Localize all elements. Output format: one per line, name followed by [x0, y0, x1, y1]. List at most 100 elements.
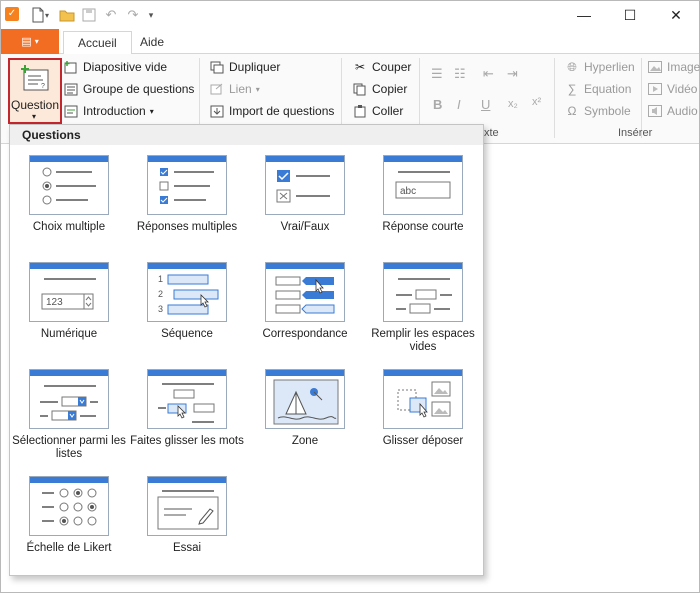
true-false-icon: [265, 155, 345, 215]
question-type-sequence[interactable]: 1 2 3 Séquence: [128, 262, 246, 366]
essay-icon: [147, 476, 227, 536]
image-label: Image: [667, 60, 700, 74]
question-slide-icon: ?: [21, 65, 49, 91]
question-type-label: Numérique: [40, 328, 98, 340]
duplicate-button[interactable]: Dupliquer: [209, 57, 280, 77]
copy-button[interactable]: Copier: [352, 79, 407, 99]
introduction-label: Introduction: [83, 104, 146, 118]
question-type-label: Vrai/Faux: [280, 221, 330, 233]
italic-icon[interactable]: I: [457, 97, 461, 112]
maximize-button[interactable]: ☐: [607, 1, 653, 29]
scissors-icon: ✂: [354, 60, 366, 74]
superscript-icon[interactable]: x²: [532, 96, 541, 108]
cut-label: Couper: [372, 60, 412, 74]
sequence-icon: 1 2 3: [147, 262, 227, 322]
multiple-choice-icon: [29, 155, 109, 215]
blank-slide-icon: [63, 60, 79, 74]
question-type-numerique[interactable]: 123 Numérique: [10, 262, 128, 366]
equation-icon: ∑: [567, 82, 577, 96]
question-type-glisser-deposer[interactable]: Glisser déposer: [364, 369, 482, 473]
customize-toolbar-icon[interactable]: ▾: [144, 6, 158, 24]
question-group-button[interactable]: Groupe de questions: [63, 79, 194, 99]
video-button[interactable]: Vidéo: [647, 79, 697, 99]
audio-label: Audio: [667, 104, 698, 118]
question-type-label: Remplir les espaces vides: [371, 328, 475, 353]
question-type-label: Correspondance: [262, 328, 348, 340]
question-type-label: Réponse courte: [382, 221, 464, 233]
short-answer-icon: abc: [383, 155, 463, 215]
underline-icon[interactable]: U: [481, 97, 490, 112]
app-window: ✓ ▾ ↶ ↷ ▾ — ☐ ✕ ▤ ▾ Accueil Aide ? Quest…: [0, 0, 700, 593]
question-type-reponses-multiples[interactable]: Réponses multiples: [128, 155, 246, 259]
hotspot-icon: [265, 369, 345, 429]
tab-aide[interactable]: Aide: [126, 31, 178, 55]
minimize-button[interactable]: —: [561, 1, 607, 29]
select-lists-icon: [29, 369, 109, 429]
bold-icon[interactable]: B: [433, 97, 442, 112]
video-icon: [647, 82, 663, 96]
hyperlink-button[interactable]: 🌐︎ Hyperlien: [564, 57, 635, 77]
question-type-choix-multiple[interactable]: Choix multiple: [10, 155, 128, 259]
question-type-label: Réponses multiples: [136, 221, 238, 233]
cut-button[interactable]: ✂ Couper: [352, 57, 411, 77]
chevron-down-icon: ▾: [34, 37, 39, 46]
likert-icon: [29, 476, 109, 536]
question-type-label: Séquence: [161, 328, 213, 340]
question-label: Question: [10, 98, 60, 112]
globe-icon: 🌐︎: [567, 59, 577, 74]
question-type-label: Sélectionner parmi les listes: [12, 435, 126, 460]
question-type-vrai-faux[interactable]: Vrai/Faux: [246, 155, 364, 259]
paste-button[interactable]: Coller: [352, 101, 403, 121]
chevron-down-icon: ▾: [149, 106, 154, 116]
link-label: Lien: [229, 82, 252, 96]
question-type-likert[interactable]: Échelle de Likert: [10, 476, 128, 580]
duplicate-icon: [209, 60, 225, 74]
undo-icon[interactable]: ↶: [101, 6, 121, 24]
question-type-label: Essai: [172, 542, 202, 554]
question-type-label: Choix multiple: [32, 221, 106, 233]
blank-slide-button[interactable]: Diapositive vide: [63, 57, 167, 77]
video-label: Vidéo: [667, 82, 698, 96]
paste-icon: [352, 104, 368, 118]
image-button[interactable]: Image: [647, 57, 700, 77]
file-menu-button[interactable]: ▤ ▾: [1, 29, 59, 54]
question-type-correspondance[interactable]: Correspondance: [246, 262, 364, 366]
question-type-zone[interactable]: Zone: [246, 369, 364, 473]
redo-icon[interactable]: ↷: [123, 6, 143, 24]
svg-text:?: ?: [41, 83, 45, 90]
save-icon[interactable]: [79, 6, 99, 24]
question-button[interactable]: ? Question ▾: [8, 58, 62, 124]
decrease-indent-icon[interactable]: ⇤: [483, 66, 494, 82]
audio-button[interactable]: Audio: [647, 101, 698, 121]
question-type-essai[interactable]: Essai: [128, 476, 246, 580]
question-type-label: Glisser déposer: [382, 435, 464, 447]
omega-icon: Ω: [567, 104, 577, 118]
ribbon-separator: [641, 58, 642, 138]
link-button[interactable]: Lien ▾: [209, 79, 260, 99]
question-type-reponse-courte[interactable]: abc Réponse courte: [364, 155, 482, 259]
import-icon: [209, 104, 225, 118]
question-type-label: Zone: [291, 435, 319, 447]
increase-indent-icon[interactable]: ⇥: [507, 66, 518, 82]
question-type-glisser-mots[interactable]: Faites glisser les mots: [128, 369, 246, 473]
ribbon-separator: [554, 58, 555, 138]
close-button[interactable]: ✕: [653, 1, 699, 29]
subscript-icon[interactable]: x₂: [508, 98, 518, 110]
equation-label: Equation: [584, 82, 632, 96]
drag-words-icon: [147, 369, 227, 429]
chevron-down-icon: ▾: [255, 84, 260, 94]
question-type-selectionner-listes[interactable]: Sélectionner parmi les listes: [10, 369, 128, 473]
question-type-remplir-espaces[interactable]: Remplir les espaces vides: [364, 262, 482, 366]
introduction-button[interactable]: Introduction ▾: [63, 101, 154, 121]
numbered-list-icon[interactable]: ☷: [454, 66, 466, 82]
svg-text:1: 1: [158, 274, 163, 284]
drag-drop-icon: [383, 369, 463, 429]
equation-button[interactable]: ∑ Equation: [564, 79, 632, 99]
tab-accueil[interactable]: Accueil: [63, 31, 132, 55]
new-file-icon[interactable]: ▾: [29, 6, 51, 24]
open-folder-icon[interactable]: [57, 6, 77, 24]
bullet-list-icon[interactable]: ☰: [431, 66, 443, 82]
text-group-label: xte: [484, 127, 499, 139]
import-questions-button[interactable]: Import de questions: [209, 101, 334, 121]
symbol-button[interactable]: Ω Symbole: [564, 101, 631, 121]
